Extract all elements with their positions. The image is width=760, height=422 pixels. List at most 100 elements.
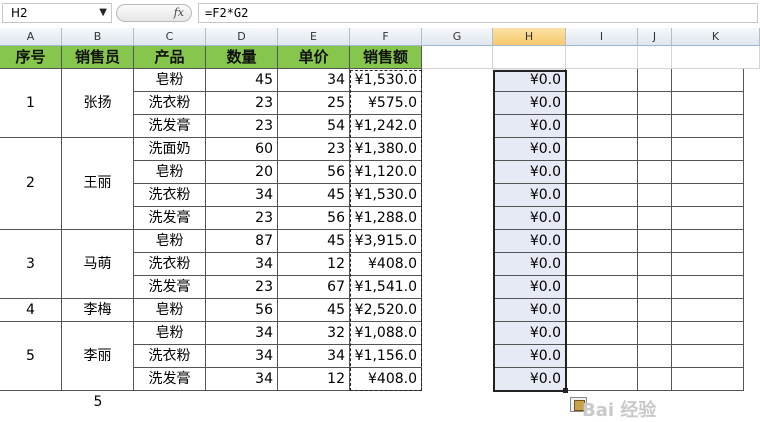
grid-cell[interactable] bbox=[566, 207, 638, 230]
grid-cell[interactable] bbox=[422, 115, 493, 138]
grid-cell[interactable] bbox=[638, 184, 672, 207]
product-cell[interactable]: 洗衣粉 bbox=[134, 253, 206, 276]
product-cell[interactable]: 皂粉 bbox=[134, 230, 206, 253]
qty-cell[interactable]: 23 bbox=[206, 115, 278, 138]
header-cell-col-e[interactable]: 单价 bbox=[278, 46, 350, 69]
qty-cell[interactable]: 34 bbox=[206, 253, 278, 276]
seller-cell[interactable]: 李梅 bbox=[62, 299, 134, 322]
column-header-b[interactable]: B bbox=[62, 28, 134, 46]
header-cell-col-f[interactable]: 销售额 bbox=[350, 46, 422, 69]
grid-cell[interactable] bbox=[422, 92, 493, 115]
formula-input[interactable]: =F2*G2 bbox=[198, 3, 758, 23]
grid-cell[interactable] bbox=[672, 207, 744, 230]
grid-cell[interactable] bbox=[422, 253, 493, 276]
header-cell-col-a[interactable]: 序号 bbox=[0, 46, 62, 69]
amount-cell[interactable]: ¥575.0 bbox=[350, 92, 422, 115]
product-cell[interactable]: 皂粉 bbox=[134, 322, 206, 345]
price-cell[interactable]: 25 bbox=[278, 92, 350, 115]
product-cell[interactable]: 洗发膏 bbox=[134, 115, 206, 138]
column-header-j[interactable]: J bbox=[638, 28, 672, 46]
grid-cell[interactable] bbox=[566, 92, 638, 115]
product-cell[interactable]: 洗衣粉 bbox=[134, 345, 206, 368]
amount-cell[interactable]: ¥1,380.0 bbox=[350, 138, 422, 161]
price-cell[interactable]: 23 bbox=[278, 138, 350, 161]
grid-cell[interactable] bbox=[422, 299, 493, 322]
result-cell[interactable]: ¥0.0 bbox=[493, 138, 566, 161]
seq-cell[interactable]: 5 bbox=[0, 322, 62, 391]
grid-cell[interactable] bbox=[638, 69, 672, 92]
price-cell[interactable]: 56 bbox=[278, 161, 350, 184]
grid-cell[interactable] bbox=[566, 322, 638, 345]
grid-cell[interactable] bbox=[638, 161, 672, 184]
result-cell[interactable]: ¥0.0 bbox=[493, 345, 566, 368]
qty-cell[interactable]: 20 bbox=[206, 161, 278, 184]
seq-cell[interactable]: 2 bbox=[0, 138, 62, 230]
product-cell[interactable]: 皂粉 bbox=[134, 299, 206, 322]
qty-cell[interactable]: 23 bbox=[206, 207, 278, 230]
footer-count-cell[interactable]: 5 bbox=[62, 391, 134, 414]
product-cell[interactable]: 洗发膏 bbox=[134, 276, 206, 299]
grid-cell[interactable] bbox=[422, 207, 493, 230]
insert-function-button[interactable]: fx bbox=[116, 4, 192, 22]
qty-cell[interactable]: 45 bbox=[206, 69, 278, 92]
grid-cell[interactable] bbox=[672, 368, 744, 391]
grid-cell[interactable] bbox=[566, 230, 638, 253]
worksheet-grid[interactable]: 序号 销售员 产品 数量 单价 销售额 1 张扬 2 王丽 3 马萌 4 李梅 5 李丽 皂粉 45 34 ¥1,53… bbox=[0, 46, 760, 421]
product-cell[interactable]: 洗衣粉 bbox=[134, 184, 206, 207]
price-cell[interactable]: 12 bbox=[278, 368, 350, 391]
price-cell[interactable]: 45 bbox=[278, 299, 350, 322]
grid-cell[interactable] bbox=[638, 138, 672, 161]
result-cell[interactable]: ¥0.0 bbox=[493, 161, 566, 184]
qty-cell[interactable]: 56 bbox=[206, 299, 278, 322]
grid-cell[interactable] bbox=[422, 322, 493, 345]
product-cell[interactable]: 皂粉 bbox=[134, 161, 206, 184]
qty-cell[interactable]: 34 bbox=[206, 322, 278, 345]
name-box[interactable]: H2 ▼ bbox=[2, 3, 112, 23]
grid-cell[interactable] bbox=[638, 207, 672, 230]
price-cell[interactable]: 32 bbox=[278, 322, 350, 345]
grid-cell[interactable] bbox=[672, 230, 744, 253]
qty-cell[interactable]: 34 bbox=[206, 345, 278, 368]
result-cell[interactable]: ¥0.0 bbox=[493, 253, 566, 276]
amount-cell[interactable]: ¥1,088.0 bbox=[350, 322, 422, 345]
grid-cell[interactable] bbox=[638, 322, 672, 345]
amount-cell[interactable]: ¥1,242.0 bbox=[350, 115, 422, 138]
grid-cell[interactable] bbox=[566, 115, 638, 138]
grid-cell[interactable] bbox=[672, 184, 744, 207]
column-header-e[interactable]: E bbox=[278, 28, 350, 46]
result-cell[interactable]: ¥0.0 bbox=[493, 184, 566, 207]
result-cell[interactable]: ¥0.0 bbox=[493, 115, 566, 138]
seller-cell[interactable]: 张扬 bbox=[62, 69, 134, 138]
grid-cell[interactable] bbox=[566, 368, 638, 391]
amount-cell[interactable]: ¥1,541.0 bbox=[350, 276, 422, 299]
qty-cell[interactable]: 23 bbox=[206, 276, 278, 299]
product-cell[interactable]: 洗发膏 bbox=[134, 368, 206, 391]
seller-cell[interactable]: 马萌 bbox=[62, 230, 134, 299]
grid-cell[interactable] bbox=[672, 276, 744, 299]
grid-cell[interactable] bbox=[638, 345, 672, 368]
grid-cell[interactable] bbox=[638, 299, 672, 322]
result-cell[interactable]: ¥0.0 bbox=[493, 69, 566, 92]
product-cell[interactable]: 洗衣粉 bbox=[134, 92, 206, 115]
grid-cell[interactable] bbox=[422, 138, 493, 161]
chevron-down-icon[interactable]: ▼ bbox=[99, 4, 107, 22]
column-header-i[interactable]: I bbox=[566, 28, 638, 46]
grid-cell[interactable] bbox=[422, 46, 493, 69]
price-cell[interactable]: 56 bbox=[278, 207, 350, 230]
grid-cell[interactable] bbox=[672, 322, 744, 345]
price-cell[interactable]: 34 bbox=[278, 69, 350, 92]
amount-cell[interactable]: ¥1,288.0 bbox=[350, 207, 422, 230]
grid-cell[interactable] bbox=[422, 230, 493, 253]
amount-cell[interactable]: ¥1,156.0 bbox=[350, 345, 422, 368]
grid-cell[interactable] bbox=[672, 115, 744, 138]
seller-cell[interactable]: 李丽 bbox=[62, 322, 134, 391]
grid-cell[interactable] bbox=[672, 253, 744, 276]
price-cell[interactable]: 34 bbox=[278, 345, 350, 368]
grid-cell[interactable] bbox=[566, 46, 638, 69]
grid-cell[interactable] bbox=[638, 276, 672, 299]
result-cell[interactable]: ¥0.0 bbox=[493, 368, 566, 391]
grid-cell[interactable] bbox=[422, 345, 493, 368]
qty-cell[interactable]: 23 bbox=[206, 92, 278, 115]
grid-cell[interactable] bbox=[672, 299, 744, 322]
column-header-a[interactable]: A bbox=[0, 28, 62, 46]
